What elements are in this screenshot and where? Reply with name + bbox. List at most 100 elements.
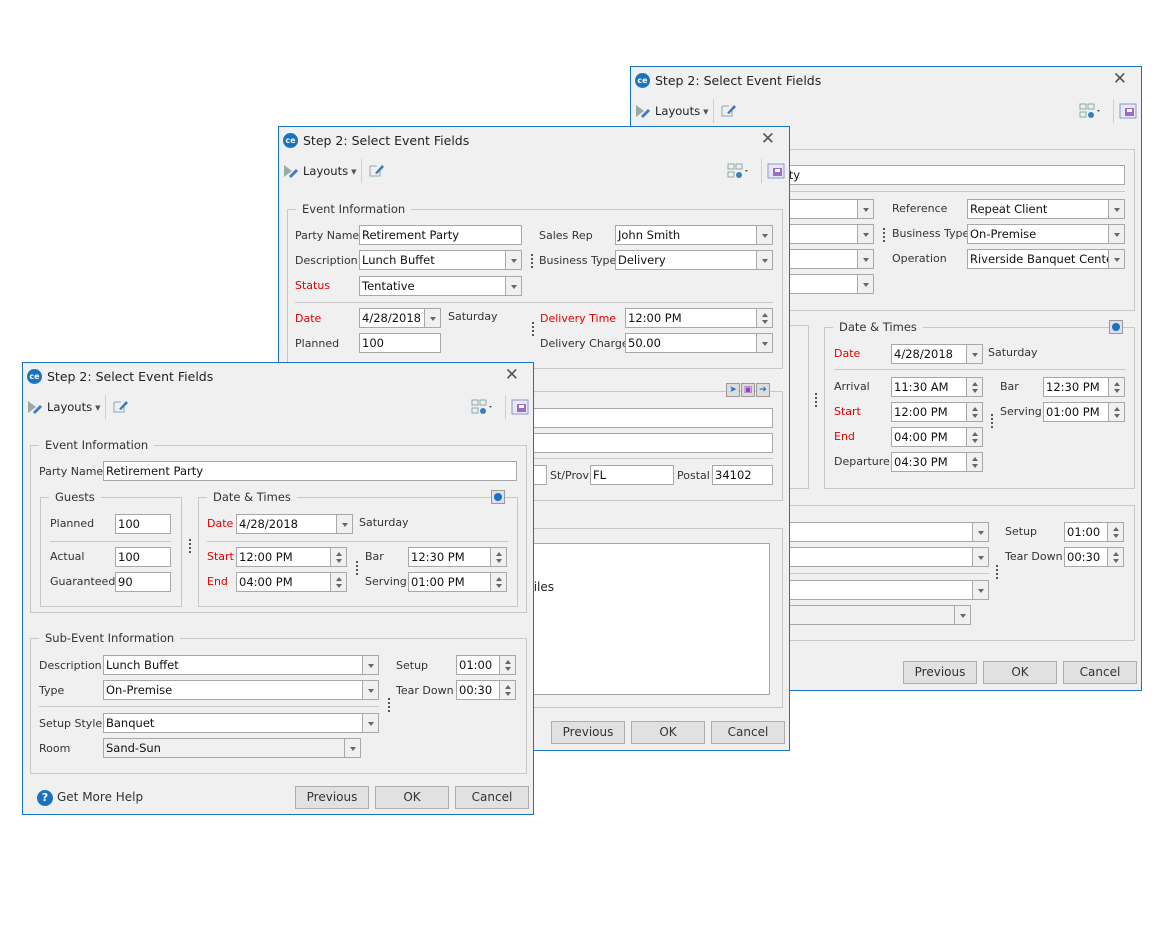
splitter-handle[interactable]: [996, 565, 998, 579]
close-icon[interactable]: ✕: [761, 129, 775, 149]
chevron-down-icon[interactable]: [756, 334, 772, 352]
spinner-arrows-icon[interactable]: [966, 453, 982, 471]
clock-icon[interactable]: [1109, 320, 1123, 334]
setup-spinner[interactable]: 01:00: [1064, 522, 1124, 542]
description-dropdown[interactable]: [781, 522, 989, 542]
chevron-down-icon[interactable]: [1108, 225, 1124, 243]
type-dropdown[interactable]: On-Premise: [103, 680, 379, 700]
layouts-button[interactable]: Layouts ▼: [303, 164, 356, 178]
splitter-handle[interactable]: [531, 254, 533, 268]
spinner-arrows-icon[interactable]: [1108, 403, 1124, 421]
spinner-arrows-icon[interactable]: [1107, 523, 1123, 541]
chevron-down-icon[interactable]: [1108, 250, 1124, 268]
setup-spinner[interactable]: 01:00: [456, 655, 516, 675]
spinner-arrows-icon[interactable]: [1108, 378, 1124, 396]
delivery-charge-dropdown[interactable]: 50.00: [625, 333, 773, 353]
chevron-down-icon[interactable]: [756, 226, 772, 244]
dropdown-field[interactable]: [781, 224, 874, 244]
party-name-field[interactable]: rty: [781, 165, 1125, 185]
guaranteed-field[interactable]: 90: [115, 572, 171, 592]
setup-style-dropdown[interactable]: Banquet: [103, 713, 379, 733]
date-picker[interactable]: 4/28/2018: [359, 308, 441, 328]
party-name-field[interactable]: Retirement Party: [103, 461, 517, 481]
setup-style-dropdown[interactable]: [781, 580, 989, 600]
dropdown-field[interactable]: [781, 199, 874, 219]
chevron-down-icon[interactable]: [362, 714, 378, 732]
actual-field[interactable]: 100: [115, 547, 171, 567]
previous-button[interactable]: Previous: [903, 661, 977, 684]
chevron-down-icon[interactable]: [857, 250, 873, 268]
chevron-down-icon[interactable]: [954, 606, 970, 624]
chevron-down-icon[interactable]: [857, 200, 873, 218]
end-time-spinner[interactable]: 04:00 PM: [236, 572, 347, 592]
departure-time-spinner[interactable]: 04:30 PM: [891, 452, 983, 472]
postal-field[interactable]: 34102: [712, 465, 773, 485]
chevron-down-icon[interactable]: [972, 548, 988, 566]
splitter-handle[interactable]: [991, 414, 993, 428]
tear-down-spinner[interactable]: 00:30: [456, 680, 516, 700]
splitter-handle[interactable]: [532, 322, 534, 336]
sales-rep-dropdown[interactable]: John Smith: [615, 225, 773, 245]
bar-time-spinner[interactable]: 12:30 PM: [408, 547, 507, 567]
description-dropdown[interactable]: Lunch Buffet: [359, 250, 522, 270]
chevron-down-icon[interactable]: [857, 225, 873, 243]
serving-time-spinner[interactable]: 01:00 PM: [408, 572, 507, 592]
spinner-arrows-icon[interactable]: [490, 548, 506, 566]
help-icon[interactable]: ?: [37, 790, 53, 806]
close-icon[interactable]: ✕: [505, 365, 519, 385]
spinner-arrows-icon[interactable]: [966, 378, 982, 396]
spinner-arrows-icon[interactable]: [499, 681, 515, 699]
chevron-down-icon[interactable]: [505, 251, 521, 269]
spinner-arrows-icon[interactable]: [330, 548, 346, 566]
save-layout-icon[interactable]: [1119, 103, 1137, 119]
save-address-icon[interactable]: ▣: [741, 383, 755, 397]
tear-down-spinner[interactable]: 00:30: [1064, 547, 1124, 567]
chevron-down-icon[interactable]: [362, 656, 378, 674]
date-picker[interactable]: 4/28/2018: [236, 514, 353, 534]
operation-dropdown[interactable]: Riverside Banquet Center: [967, 249, 1125, 269]
previous-button[interactable]: Previous: [551, 721, 625, 744]
layouts-button[interactable]: Layouts ▼: [47, 400, 100, 414]
bar-time-spinner[interactable]: 12:30 PM: [1043, 377, 1125, 397]
cancel-button[interactable]: Cancel: [711, 721, 785, 744]
spinner-arrows-icon[interactable]: [1107, 548, 1123, 566]
ok-button[interactable]: OK: [983, 661, 1057, 684]
save-layout-icon[interactable]: [767, 163, 785, 179]
chevron-down-icon[interactable]: [336, 515, 352, 533]
splitter-handle[interactable]: [388, 698, 390, 712]
splitter-handle[interactable]: [883, 228, 885, 242]
chevron-down-icon[interactable]: [362, 681, 378, 699]
splitter-handle[interactable]: [356, 561, 358, 575]
save-layout-icon[interactable]: [511, 399, 529, 415]
copy-contact-icon[interactable]: ➔: [756, 383, 770, 397]
type-dropdown[interactable]: [781, 547, 989, 567]
end-time-spinner[interactable]: 04:00 PM: [891, 427, 983, 447]
browse-button[interactable]: ···: [970, 605, 971, 625]
start-time-spinner[interactable]: 12:00 PM: [236, 547, 347, 567]
reference-dropdown[interactable]: Repeat Client: [967, 199, 1125, 219]
dropdown-field[interactable]: [781, 274, 874, 294]
chevron-down-icon[interactable]: [344, 739, 360, 757]
status-dropdown[interactable]: Tentative: [359, 276, 522, 296]
planned-field[interactable]: 100: [359, 333, 441, 353]
chevron-down-icon[interactable]: [424, 309, 440, 327]
chevron-down-icon[interactable]: [505, 277, 521, 295]
room-dropdown[interactable]: ···: [781, 605, 971, 625]
grid-options-icon[interactable]: [727, 163, 749, 179]
chevron-down-icon[interactable]: [756, 251, 772, 269]
dropdown-field[interactable]: [781, 249, 874, 269]
cancel-button[interactable]: Cancel: [455, 786, 529, 809]
spinner-arrows-icon[interactable]: [330, 573, 346, 591]
cancel-button[interactable]: Cancel: [1063, 661, 1137, 684]
edit-icon[interactable]: [369, 163, 385, 177]
arrival-time-spinner[interactable]: 11:30 AM: [891, 377, 983, 397]
room-dropdown[interactable]: Sand-Sun···: [103, 738, 361, 758]
spinner-arrows-icon[interactable]: [966, 428, 982, 446]
grid-options-icon[interactable]: [1079, 103, 1101, 119]
grid-options-icon[interactable]: [471, 399, 493, 415]
party-name-field[interactable]: Retirement Party: [359, 225, 522, 245]
ok-button[interactable]: OK: [631, 721, 705, 744]
clock-icon[interactable]: [491, 490, 505, 504]
chevron-down-icon[interactable]: [972, 581, 988, 599]
splitter-handle[interactable]: [815, 393, 817, 407]
